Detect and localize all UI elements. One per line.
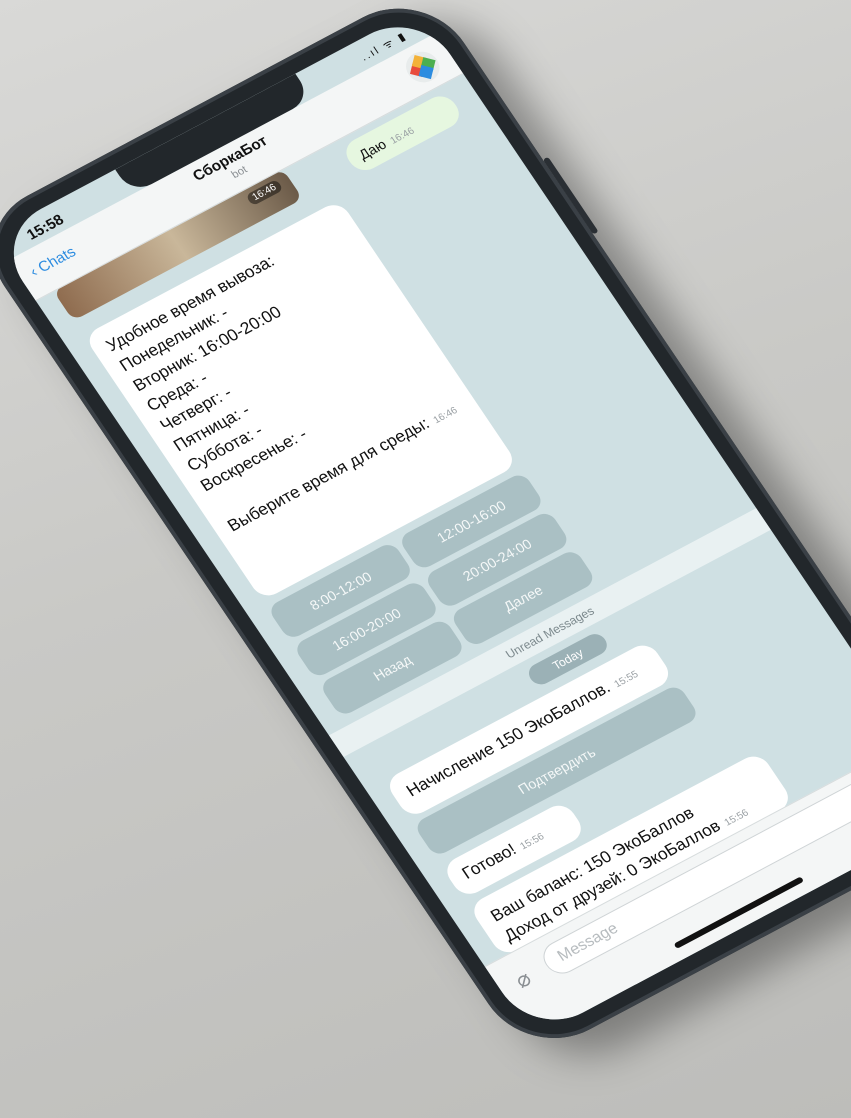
accrual-time: 15:55 bbox=[612, 669, 641, 691]
photo-frame: 15:58 ..ıl ᯤ ▮ ‹ Chats СборкаБот bot 16:… bbox=[0, 0, 851, 1118]
done-time: 15:56 bbox=[518, 831, 547, 853]
attach-icon[interactable]: ⌀ bbox=[510, 966, 536, 994]
done-text: Готово! bbox=[458, 840, 520, 883]
outgoing-time: 16:46 bbox=[388, 125, 417, 147]
logo-piece-blue bbox=[418, 64, 434, 80]
phone: 15:58 ..ıl ᯤ ▮ ‹ Chats СборкаБот bot 16:… bbox=[0, 0, 851, 1063]
status-time: 15:58 bbox=[23, 211, 68, 244]
schedule-time: 16:46 bbox=[431, 405, 460, 427]
balance-time: 15:56 bbox=[722, 807, 751, 829]
outgoing-text: Даю bbox=[355, 136, 390, 163]
